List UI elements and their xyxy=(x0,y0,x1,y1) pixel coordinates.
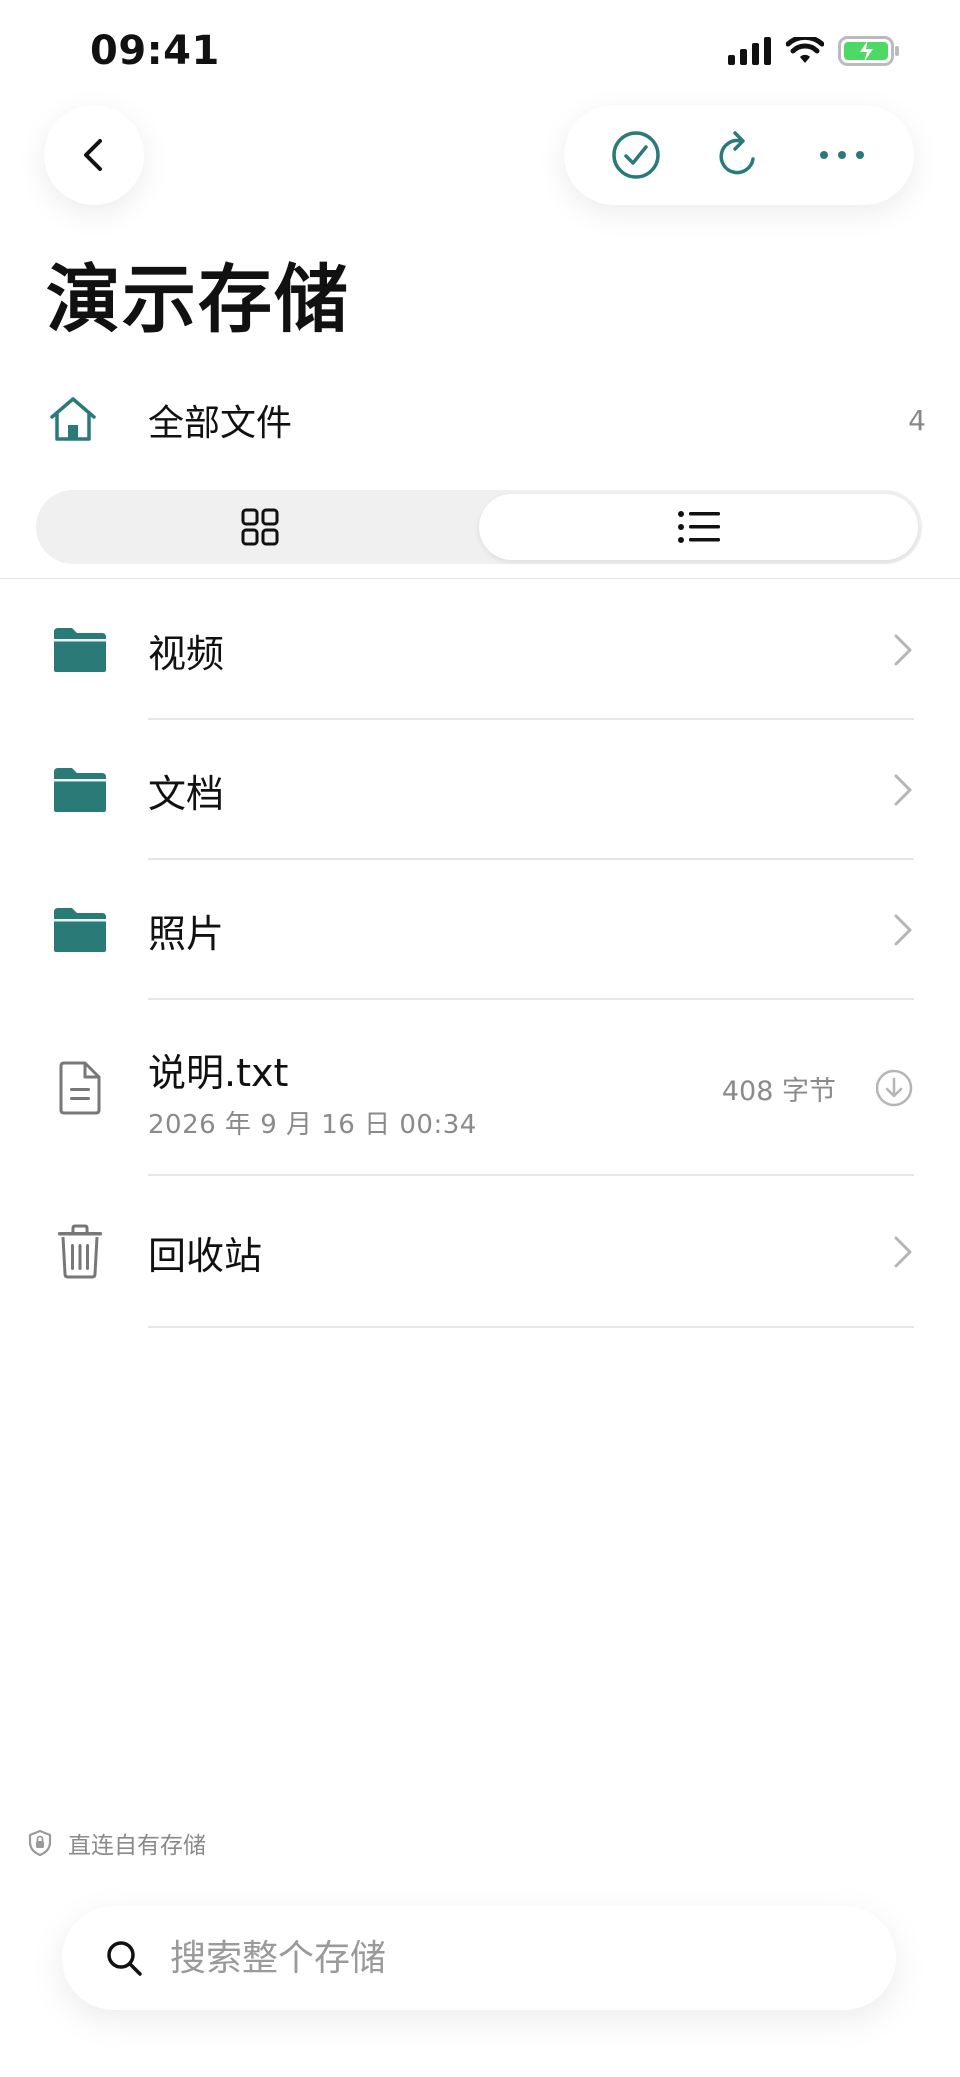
more-icon xyxy=(820,151,865,159)
item-name: 文档 xyxy=(148,771,225,816)
status-icons xyxy=(728,36,900,66)
select-button[interactable] xyxy=(596,115,676,195)
refresh-button[interactable] xyxy=(699,115,779,195)
list-icon xyxy=(677,511,720,543)
toolbar xyxy=(564,105,914,205)
chevron-left-icon xyxy=(84,139,102,171)
status-time: 09:41 xyxy=(90,28,220,74)
page-title: 演示存储 xyxy=(46,257,350,343)
folder-icon xyxy=(54,908,106,952)
file-list: 视频 文档 照片 说明.txt 2026 年 9 月 16 日 00:34 40… xyxy=(0,580,960,1328)
list-item-file[interactable]: 说明.txt 2026 年 9 月 16 日 00:34 408 字节 xyxy=(0,1000,960,1176)
shield-lock-icon xyxy=(28,1829,52,1857)
chevron-right-icon xyxy=(894,634,912,666)
wifi-icon xyxy=(786,37,824,63)
item-name: 视频 xyxy=(148,631,225,676)
search-bar[interactable] xyxy=(62,1906,896,2010)
row-divider xyxy=(148,1326,914,1328)
chevron-right-icon xyxy=(894,914,912,946)
list-item-folder[interactable]: 视频 xyxy=(0,580,960,720)
check-circle-icon xyxy=(611,131,660,179)
divider xyxy=(0,578,960,579)
view-mode-switch xyxy=(36,490,922,564)
item-name: 回收站 xyxy=(148,1233,263,1278)
search-input[interactable] xyxy=(168,1936,772,1980)
download-icon[interactable] xyxy=(874,1068,914,1108)
all-files-row[interactable]: 全部文件 4 xyxy=(46,380,926,460)
document-icon xyxy=(59,1061,101,1115)
list-item-folder[interactable]: 文档 xyxy=(0,720,960,860)
footer-note: 直连自有存储 xyxy=(28,1826,206,1860)
refresh-icon xyxy=(719,131,755,175)
item-date: 2026 年 9 月 16 日 00:34 xyxy=(148,1110,477,1140)
more-button[interactable] xyxy=(802,115,882,195)
search-icon xyxy=(107,1941,142,1976)
folder-icon xyxy=(54,768,106,812)
grid-view-tab[interactable] xyxy=(40,494,479,560)
chevron-right-icon xyxy=(894,774,912,806)
chevron-right-icon xyxy=(894,1236,912,1268)
back-button[interactable] xyxy=(44,105,144,205)
grid-icon xyxy=(241,508,278,546)
battery-icon xyxy=(838,36,899,66)
home-icon xyxy=(50,397,96,441)
signal-icon xyxy=(728,37,771,65)
item-name: 照片 xyxy=(148,911,225,956)
item-size: 408 字节 xyxy=(721,1075,836,1107)
all-files-count: 4 xyxy=(908,403,926,437)
list-item-folder[interactable]: 照片 xyxy=(0,860,960,1000)
folder-icon xyxy=(54,628,106,672)
trash-icon xyxy=(58,1224,102,1279)
item-name: 说明.txt xyxy=(148,1051,289,1095)
footer-note-text: 直连自有存储 xyxy=(68,1833,206,1859)
list-item-trash[interactable]: 回收站 xyxy=(0,1176,960,1328)
list-view-tab[interactable] xyxy=(479,494,918,560)
all-files-label: 全部文件 xyxy=(148,403,293,444)
